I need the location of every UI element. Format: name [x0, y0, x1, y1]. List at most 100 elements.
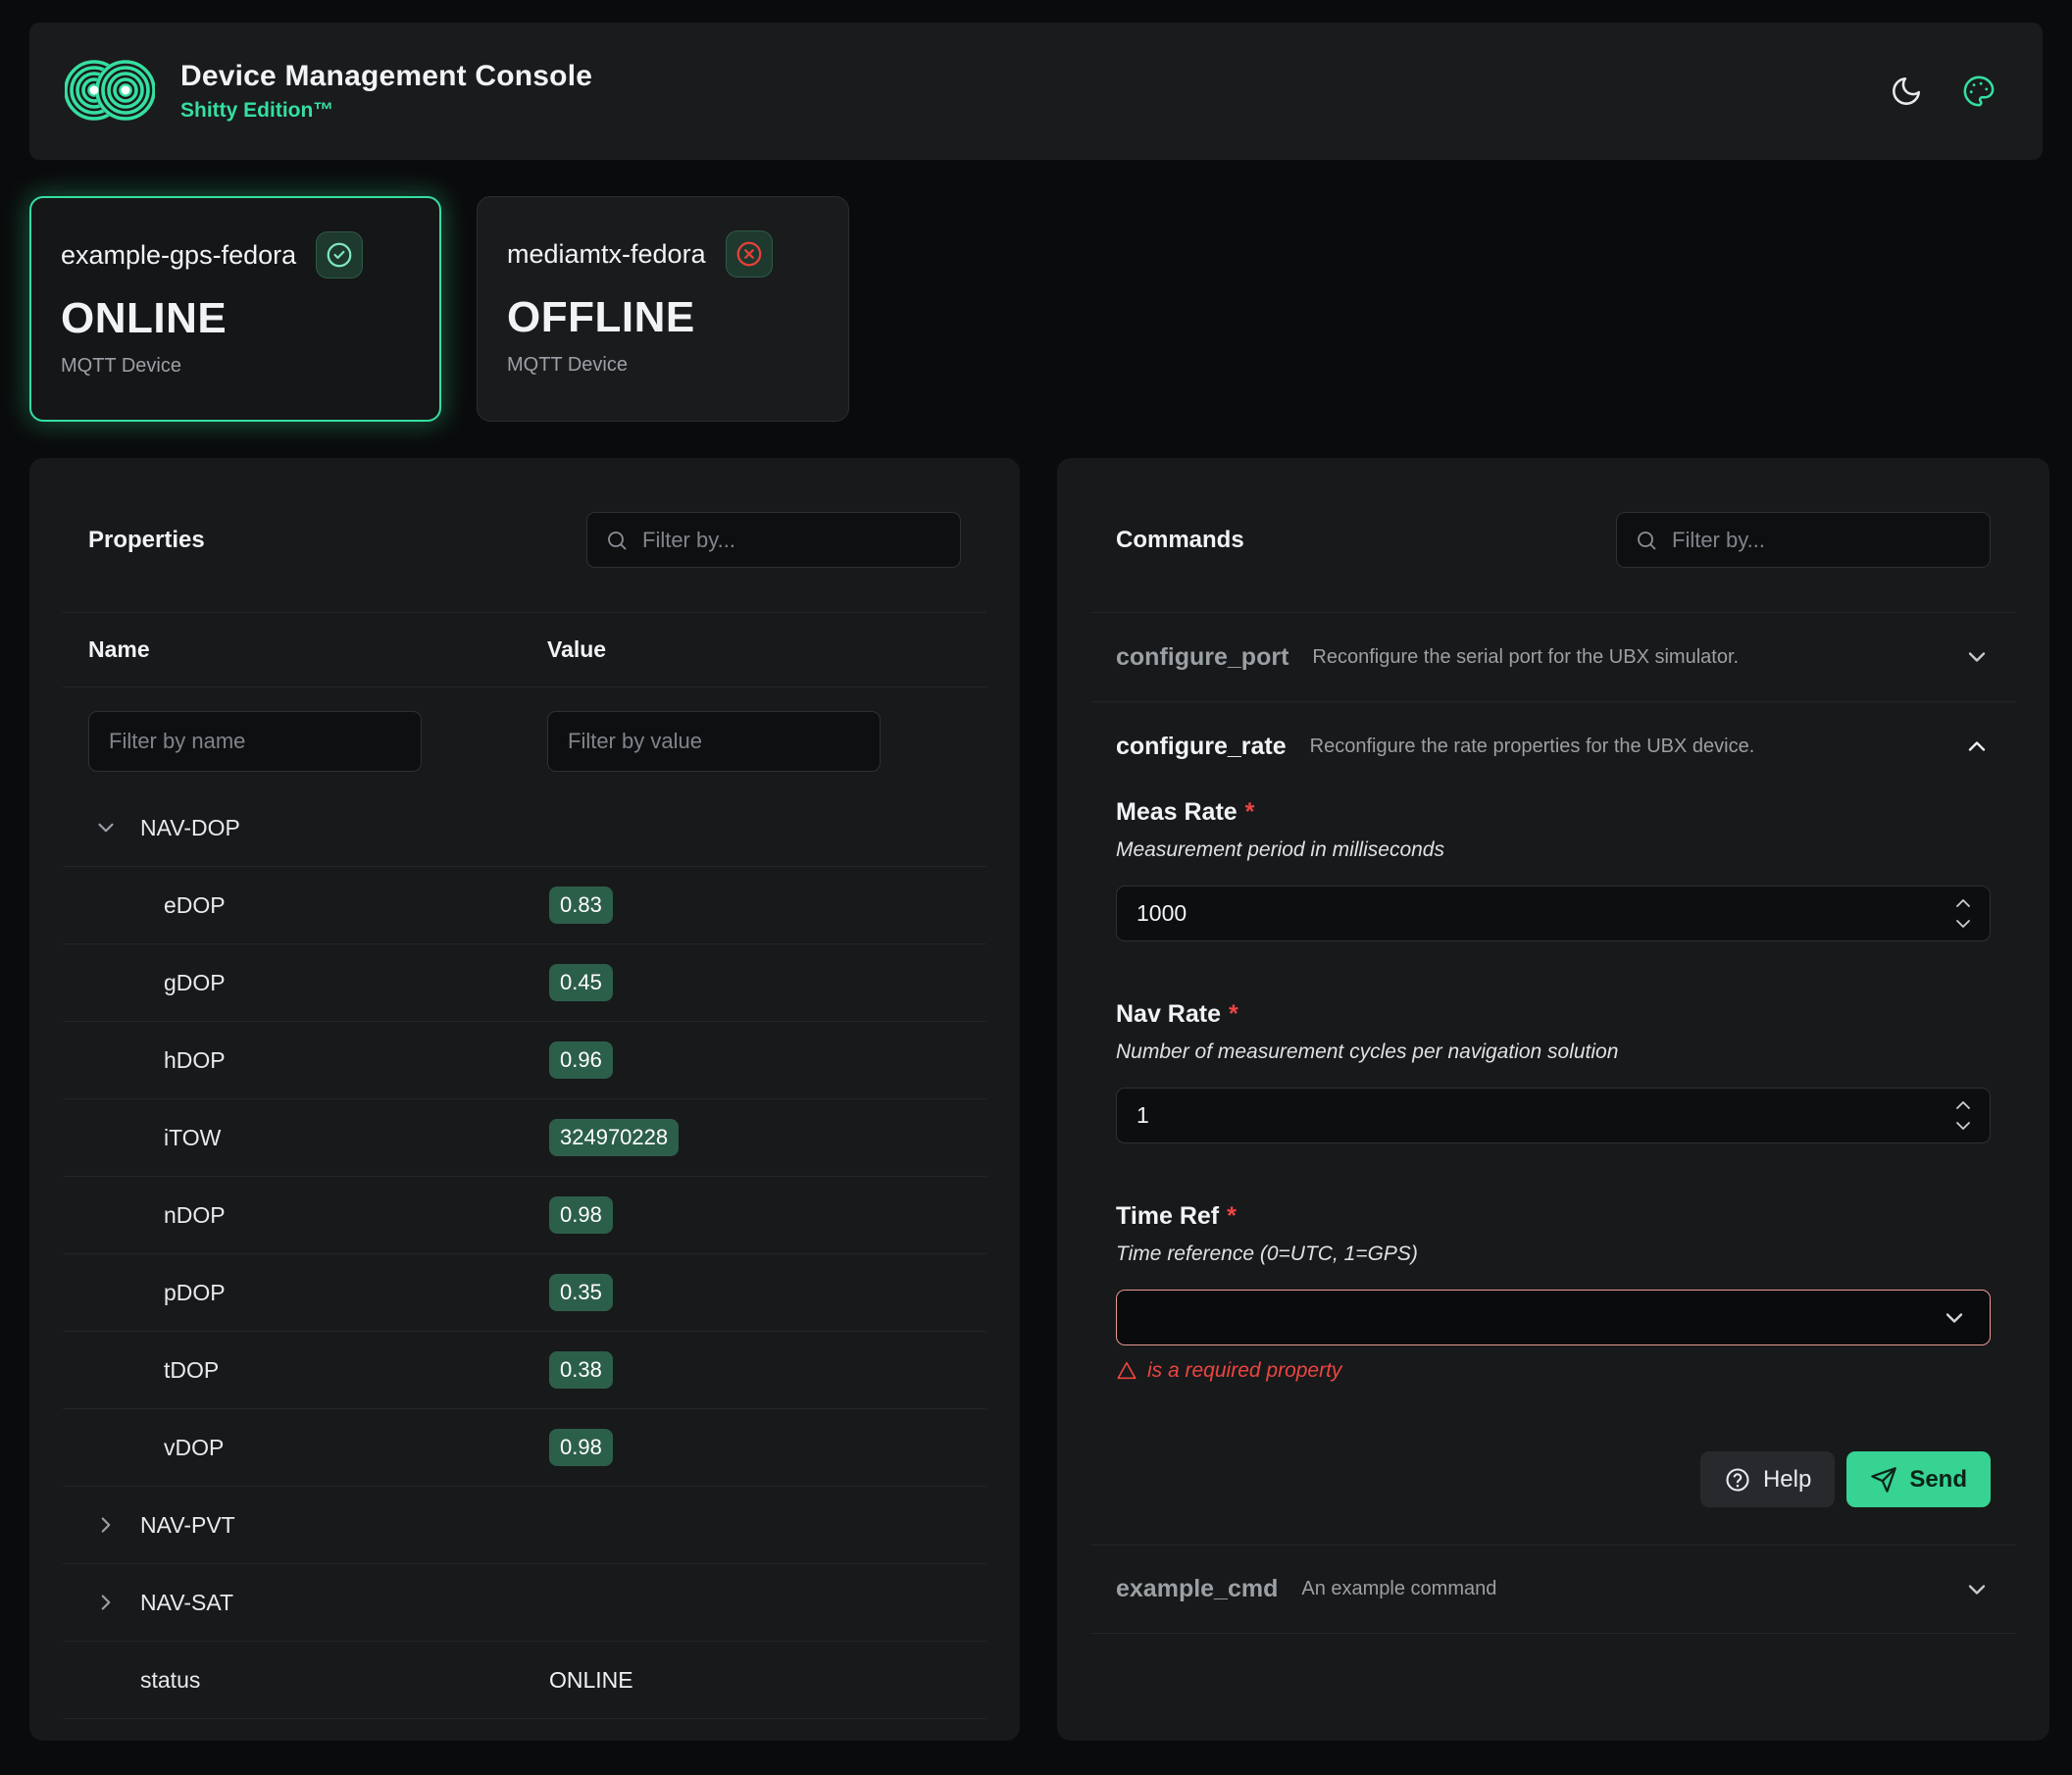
properties-rows: NAV-DOP eDOP 0.83 gDOP 0.45 hDOP 0.96 iT…: [63, 789, 986, 1719]
chevron-down-icon[interactable]: [93, 815, 119, 840]
table-row-status: status ONLINE: [63, 1642, 986, 1719]
check-circle-icon: [325, 240, 354, 270]
device-type: MQTT Device: [507, 354, 819, 377]
search-icon: [605, 529, 629, 552]
commands-filter: [1616, 512, 1991, 568]
offline-status-badge: [726, 230, 773, 278]
group-row-nav-pvt[interactable]: NAV-PVT: [63, 1487, 986, 1564]
required-asterisk: *: [1227, 1202, 1237, 1230]
table-row: iTOW 324970228: [63, 1099, 986, 1177]
search-icon: [1635, 529, 1658, 552]
property-name: iTOW: [164, 1125, 221, 1151]
chevron-down-icon[interactable]: [1963, 643, 1991, 671]
table-row: vDOP 0.98: [63, 1409, 986, 1487]
send-icon: [1870, 1466, 1897, 1494]
stepper-down-icon[interactable]: [1954, 918, 1972, 930]
field-description: Measurement period in milliseconds: [1116, 838, 1991, 862]
property-value: ONLINE: [549, 1667, 633, 1694]
commands-filter-input[interactable]: [1672, 528, 1972, 553]
property-name: tDOP: [164, 1357, 219, 1384]
command-description: Reconfigure the serial port for the UBX …: [1312, 646, 1739, 669]
group-row-nav-sat[interactable]: NAV-SAT: [63, 1564, 986, 1642]
nav-rate-input[interactable]: [1117, 1102, 1954, 1129]
send-label: Send: [1909, 1466, 1967, 1494]
command-row-configure-port[interactable]: configure_port Reconfigure the serial po…: [1090, 612, 2016, 701]
name-filter-input[interactable]: [88, 711, 422, 772]
theme-palette-icon[interactable]: [1962, 75, 1996, 108]
table-row: nDOP 0.98: [63, 1177, 986, 1254]
property-value-badge: 0.35: [549, 1274, 613, 1311]
send-button[interactable]: Send: [1846, 1451, 1991, 1507]
time-ref-select[interactable]: [1116, 1290, 1991, 1345]
command-row-configure-rate[interactable]: configure_rate Reconfigure the rate prop…: [1090, 701, 2016, 790]
field-description: Number of measurement cycles per navigat…: [1116, 1040, 1991, 1064]
properties-filter-input[interactable]: [642, 528, 942, 553]
meas-rate-field: Meas Rate* Measurement period in millise…: [1116, 798, 1991, 941]
x-circle-icon: [734, 239, 764, 269]
time-ref-field: Time Ref* Time reference (0=UTC, 1=GPS): [1116, 1202, 1991, 1383]
help-button[interactable]: Help: [1700, 1451, 1835, 1507]
error-text: is a required property: [1147, 1359, 1341, 1383]
device-card-mediamtx-fedora[interactable]: mediamtx-fedora OFFLINE MQTT Device: [477, 196, 849, 422]
properties-panel: Properties Name Value: [29, 458, 1020, 1741]
dark-mode-moon-icon[interactable]: [1890, 75, 1923, 108]
group-row-nav-dop[interactable]: NAV-DOP: [63, 789, 986, 867]
warning-triangle-icon: [1116, 1360, 1137, 1382]
property-value-badge: 324970228: [549, 1119, 679, 1156]
value-filter-input[interactable]: [547, 711, 881, 772]
command-name: example_cmd: [1116, 1575, 1278, 1603]
chevron-right-icon[interactable]: [93, 1590, 119, 1615]
stepper-down-icon[interactable]: [1954, 1120, 1972, 1132]
online-status-badge: [316, 231, 363, 279]
number-stepper[interactable]: [1954, 897, 1972, 930]
device-name: example-gps-fedora: [61, 240, 296, 271]
required-asterisk: *: [1229, 1000, 1238, 1028]
commands-title: Commands: [1116, 527, 1244, 554]
group-label: NAV-SAT: [140, 1590, 233, 1616]
meas-rate-input[interactable]: [1117, 900, 1954, 927]
device-card-example-gps-fedora[interactable]: example-gps-fedora ONLINE MQTT Device: [29, 196, 441, 422]
app-header: Device Management Console Shitty Edition…: [29, 23, 2043, 160]
chevron-right-icon[interactable]: [93, 1512, 119, 1538]
page-title: Device Management Console: [180, 60, 592, 93]
property-value-badge: 0.98: [549, 1429, 613, 1466]
stepper-up-icon[interactable]: [1954, 1099, 1972, 1111]
table-row: hDOP 0.96: [63, 1022, 986, 1099]
number-stepper[interactable]: [1954, 1099, 1972, 1132]
nav-rate-input-wrap: [1116, 1088, 1991, 1143]
group-label: NAV-PVT: [140, 1512, 235, 1539]
stepper-up-icon[interactable]: [1954, 897, 1972, 909]
device-status: OFFLINE: [507, 293, 819, 342]
command-name: configure_port: [1116, 643, 1289, 672]
table-row: tDOP 0.38: [63, 1332, 986, 1409]
commands-panel: Commands configure_port Reconfigure the …: [1057, 458, 2049, 1741]
table-row: pDOP 0.35: [63, 1254, 986, 1332]
chevron-down-icon: [1941, 1304, 1968, 1332]
command-name: configure_rate: [1116, 733, 1287, 761]
device-type: MQTT Device: [61, 355, 410, 378]
field-description: Time reference (0=UTC, 1=GPS): [1116, 1242, 1991, 1266]
property-name: hDOP: [164, 1047, 226, 1074]
table-row: gDOP 0.45: [63, 944, 986, 1022]
command-description: Reconfigure the rate properties for the …: [1310, 735, 1755, 758]
chevron-down-icon[interactable]: [1963, 1576, 1991, 1603]
property-value-badge: 0.38: [549, 1351, 613, 1389]
property-value-badge: 0.98: [549, 1196, 613, 1234]
device-name: mediamtx-fedora: [507, 239, 706, 270]
property-value-badge: 0.83: [549, 887, 613, 924]
properties-filter: [586, 512, 961, 568]
property-name: vDOP: [164, 1435, 224, 1461]
help-label: Help: [1763, 1466, 1811, 1494]
device-card-list: example-gps-fedora ONLINE MQTT Device me…: [29, 196, 2043, 422]
group-label: NAV-DOP: [140, 815, 240, 841]
property-name: pDOP: [164, 1280, 226, 1306]
command-row-example-cmd[interactable]: example_cmd An example command: [1090, 1545, 2016, 1634]
property-name: nDOP: [164, 1202, 226, 1229]
help-circle-icon: [1724, 1466, 1751, 1494]
field-label: Meas Rate: [1116, 798, 1238, 826]
column-header-name: Name: [88, 636, 547, 663]
property-value-badge: 0.96: [549, 1041, 613, 1079]
command-description: An example command: [1301, 1578, 1496, 1600]
chevron-up-icon[interactable]: [1963, 733, 1991, 760]
properties-column-filters: [63, 687, 986, 789]
